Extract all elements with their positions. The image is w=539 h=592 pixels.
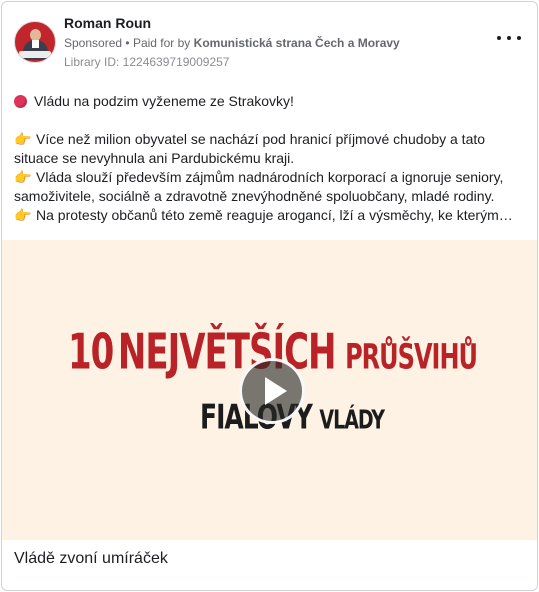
pointing-hand-icon: 👉	[14, 207, 32, 223]
video-caption: Vládě zvoní umíráček	[14, 550, 168, 567]
red-circle-icon	[14, 95, 27, 108]
ad-card: Roman Roun Sponsored • Paid for by Komun…	[1, 1, 538, 591]
headline-big: NEJVĚTŠÍCH	[117, 323, 337, 382]
post-paragraph-1: Více než milion obyvatel se nachází pod …	[14, 131, 486, 166]
post-text: Vládu na podzim vyženeme ze Strakovky! 👉…	[14, 92, 524, 225]
advertiser-name[interactable]: Roman Roun	[64, 15, 151, 31]
payer-name[interactable]: Komunistická strana Čech a Moravy	[194, 36, 400, 50]
more-dots-icon[interactable]	[497, 30, 521, 46]
pointing-hand-icon: 👉	[14, 169, 32, 185]
post-paragraph-3: Na protesty občanů této země reaguje aro…	[36, 207, 513, 223]
ad-header: Roman Roun Sponsored • Paid for by Komun…	[2, 2, 537, 82]
headline-number: 10	[68, 323, 114, 382]
sponsor-meta: Sponsored • Paid for by Komunistická str…	[64, 36, 400, 50]
play-icon[interactable]	[239, 358, 305, 424]
post-paragraph-2: Vláda slouží především zájmům nadnárodní…	[14, 169, 504, 204]
advertiser-avatar[interactable]	[14, 21, 56, 63]
avatar-band	[19, 51, 51, 58]
play-triangle	[265, 377, 287, 405]
headline-small: PRŮŠVIHŮ	[345, 336, 478, 378]
headline2-small: VLÁDY	[319, 405, 385, 436]
library-id: Library ID: 1224639719009257	[64, 55, 230, 69]
pointing-hand-icon: 👉	[14, 131, 32, 147]
paid-for-label: Paid for by	[132, 36, 191, 50]
post-line-1: Vládu na podzim vyženeme ze Strakovky!	[34, 93, 294, 109]
meta-separator: •	[125, 36, 133, 50]
avatar-collar	[32, 40, 39, 48]
sponsored-label: Sponsored	[64, 36, 123, 50]
video-media[interactable]: 10 NEJVĚTŠÍCH PRŮŠVIHŮ FIALOVY VLÁDY	[2, 240, 537, 540]
